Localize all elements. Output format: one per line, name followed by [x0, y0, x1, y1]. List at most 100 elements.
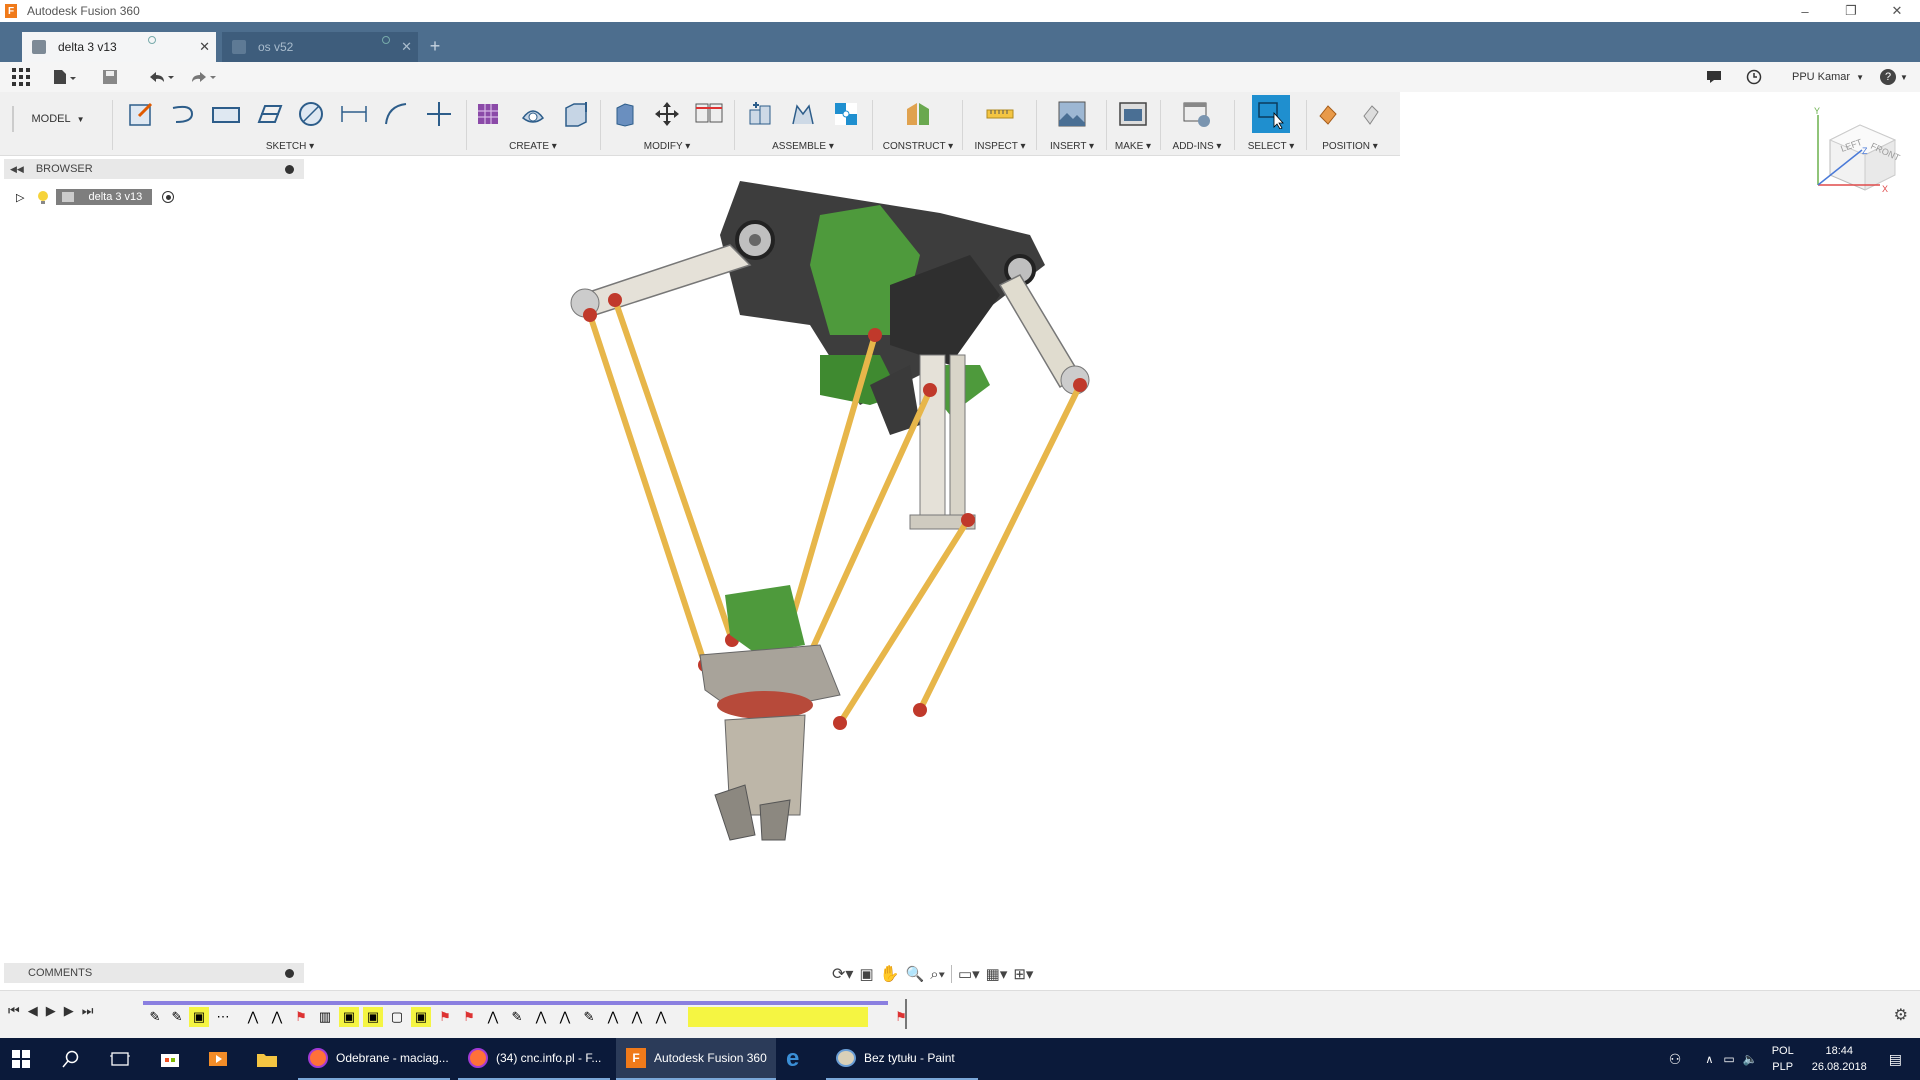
circle-icon[interactable] — [296, 99, 326, 129]
pin-icon[interactable] — [285, 164, 294, 174]
close-tab-icon[interactable]: ✕ — [199, 39, 210, 55]
inspect-menu[interactable]: INSPECT ▾ — [966, 141, 1034, 152]
box-icon[interactable] — [561, 99, 591, 129]
timeline-joint-icon[interactable]: ⋀ — [531, 1007, 551, 1027]
workspace-switcher[interactable]: MODEL ▼ — [12, 106, 102, 132]
timeline-extrude-icon[interactable]: ▣ — [339, 1007, 359, 1027]
timeline-body-icon[interactable]: ▢ — [387, 1007, 407, 1027]
browser-panel-header[interactable]: ◀◀ BROWSER — [4, 159, 304, 179]
zoom-icon[interactable]: 🔍 — [906, 965, 925, 983]
extrude-icon[interactable] — [518, 99, 548, 129]
capture-position-icon[interactable] — [1315, 99, 1345, 129]
press-pull-icon[interactable] — [610, 99, 640, 129]
user-account-menu[interactable]: PPU Kamar ▼ — [1792, 66, 1864, 88]
move-icon[interactable] — [652, 99, 682, 129]
pan-icon[interactable]: ✋ — [880, 964, 900, 984]
dimension-icon[interactable] — [339, 99, 369, 129]
timeline-rigid-group-icon[interactable]: ⚑ — [435, 1007, 455, 1027]
timeline-joint-icon[interactable]: ⋀ — [483, 1007, 503, 1027]
media-player-icon[interactable] — [208, 1038, 228, 1080]
new-tab-button[interactable]: + — [422, 32, 448, 60]
comments-toggle-icon[interactable] — [1706, 66, 1722, 88]
timeline-sketch-icon[interactable]: ✎ — [167, 1007, 187, 1027]
orbit-icon[interactable]: ⟳▾ — [832, 964, 853, 984]
3d-print-icon[interactable] — [1118, 99, 1148, 129]
viewcube[interactable]: LEFT FRONT X Y Z — [1810, 100, 1910, 200]
activate-radio-icon[interactable] — [162, 191, 175, 203]
timeline-rigid-group-icon[interactable]: ⚑ — [891, 1007, 911, 1027]
restore-button[interactable]: ❐ — [1828, 0, 1874, 22]
people-icon[interactable]: ⚇ — [1669, 1051, 1682, 1068]
measure-icon[interactable] — [985, 99, 1015, 129]
grid-settings-icon[interactable]: ▦▾ — [986, 965, 1008, 983]
play-icon[interactable]: ▶ — [46, 1003, 56, 1019]
clock[interactable]: 18:44 26.08.2018 — [1812, 1043, 1867, 1075]
timeline-component-icon[interactable]: ▥ — [315, 1007, 335, 1027]
root-component-chip[interactable]: delta 3 v13 — [56, 189, 153, 205]
insert-canvas-icon[interactable] — [1057, 99, 1087, 129]
fit-icon[interactable]: ⌕▾ — [930, 966, 945, 983]
file-menu-icon[interactable] — [52, 66, 76, 88]
task-view-icon[interactable] — [110, 1038, 130, 1080]
step-forward-icon[interactable]: ▶ — [64, 1003, 74, 1019]
point-icon[interactable] — [424, 99, 454, 129]
file-explorer-icon[interactable] — [256, 1038, 278, 1080]
edge-icon[interactable]: e — [786, 1038, 799, 1080]
3d-viewport-model[interactable] — [500, 175, 1220, 995]
store-icon[interactable] — [160, 1038, 180, 1080]
timeline-joint-icon[interactable]: ⋀ — [651, 1007, 671, 1027]
show-hidden-icons-chevron-icon[interactable]: ∧ — [1705, 1053, 1713, 1066]
as-built-joint-icon[interactable] — [831, 99, 861, 129]
tab-delta-3[interactable]: delta 3 v13 ✕ — [22, 32, 216, 62]
timeline-extrude-icon[interactable]: ▣ — [411, 1007, 431, 1027]
assemble-menu[interactable]: ASSEMBLE ▾ — [738, 141, 868, 152]
timeline-extrude-icon[interactable]: ▣ — [189, 1007, 209, 1027]
timeline-joint-icon[interactable]: ⋀ — [555, 1007, 575, 1027]
viewports-icon[interactable]: ⊞▾ — [1013, 965, 1033, 983]
start-windows-icon[interactable] — [12, 1038, 30, 1080]
job-status-clock-icon[interactable] — [1746, 66, 1762, 88]
taskbar-app-firefox-1[interactable]: Odebrane - maciag... — [298, 1038, 450, 1080]
collapse-panel-icon[interactable]: ◀◀ — [10, 164, 24, 175]
create-form-icon[interactable] — [475, 99, 505, 129]
close-tab-icon[interactable]: ✕ — [401, 39, 412, 55]
rectangle-icon[interactable] — [211, 99, 241, 129]
comments-panel-header[interactable]: COMMENTS — [4, 963, 304, 983]
add-comment-icon[interactable] — [285, 968, 294, 978]
timeline-track[interactable]: ✎ ✎ ▣ ⋯ ⋀ ⋀ ⚑ ▥ ▣ ▣ ▢ ▣ ⚑ ⚑ ⋀ ✎ ⋀ ⋀ ✎ ⋀ … — [143, 1001, 913, 1029]
undo-icon[interactable] — [144, 66, 174, 88]
timeline-joint-icon[interactable]: ⋀ — [243, 1007, 263, 1027]
fillet-icon[interactable] — [381, 99, 411, 129]
step-back-icon[interactable]: ◀ — [28, 1003, 38, 1019]
split-body-icon[interactable] — [694, 99, 724, 129]
timeline-extrude-icon[interactable]: ▣ — [363, 1007, 383, 1027]
go-to-start-icon[interactable]: ⏮ — [8, 1003, 20, 1019]
look-at-icon[interactable]: ▣ — [859, 965, 873, 983]
timeline-joint-icon[interactable]: ⋀ — [627, 1007, 647, 1027]
action-center-icon[interactable]: ▤ — [1889, 1051, 1902, 1068]
select-icon[interactable] — [1252, 95, 1290, 133]
slot-icon[interactable] — [254, 99, 284, 129]
close-button[interactable]: ✕ — [1874, 0, 1920, 22]
display-settings-icon[interactable]: ▭▾ — [958, 965, 980, 983]
help-menu[interactable]: ? ▼ — [1880, 66, 1908, 88]
data-panel-grid-icon[interactable] — [12, 66, 30, 88]
insert-menu[interactable]: INSERT ▾ — [1040, 141, 1104, 152]
scripts-addins-icon[interactable] — [1182, 99, 1212, 129]
timeline-playhead[interactable] — [905, 999, 907, 1029]
input-language-indicator[interactable]: POL PLP — [1772, 1043, 1794, 1075]
network-icon[interactable]: ▭ — [1723, 1052, 1734, 1066]
line-icon[interactable] — [169, 99, 199, 129]
timeline-rigid-group-icon[interactable]: ⚑ — [459, 1007, 479, 1027]
minimize-button[interactable]: – — [1782, 0, 1828, 22]
volume-muted-icon[interactable]: 🔈 — [1743, 1052, 1758, 1066]
redo-icon[interactable] — [186, 66, 216, 88]
browser-root-node[interactable]: ▷ delta 3 v13 — [16, 186, 175, 208]
modify-menu[interactable]: MODIFY ▾ — [604, 141, 730, 152]
create-sketch-icon[interactable] — [126, 99, 156, 129]
save-icon[interactable] — [102, 66, 118, 88]
timeline-sketch-icon[interactable]: ✎ — [145, 1007, 165, 1027]
taskbar-app-paint[interactable]: Bez tytułu - Paint — [826, 1038, 978, 1080]
joint-icon[interactable] — [788, 99, 818, 129]
make-menu[interactable]: MAKE ▾ — [1108, 141, 1158, 152]
